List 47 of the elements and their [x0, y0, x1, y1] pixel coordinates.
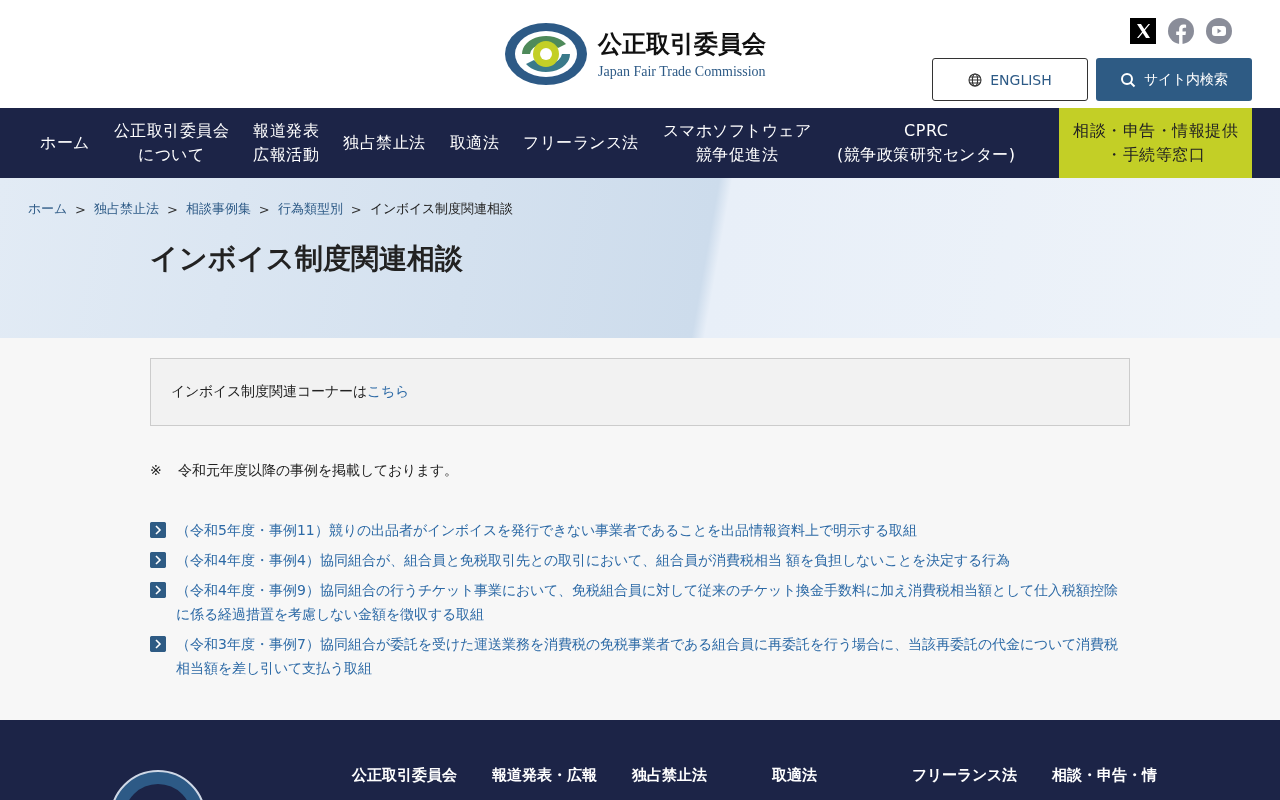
breadcrumb-link[interactable]: 独占禁止法 — [93, 200, 159, 218]
chevron-icon — [150, 636, 166, 652]
footer-nav-heading[interactable]: フリーランス法 — [912, 766, 1024, 785]
x-icon[interactable] — [1130, 18, 1156, 44]
nav-link[interactable]: 公正取引委員会 について — [101, 108, 241, 178]
site-title: 公正取引委員会 — [598, 29, 766, 60]
logo-icon — [504, 22, 588, 86]
notice-text: インボイス制度関連コーナーは こちら — [171, 383, 409, 401]
note-mark: ※ — [150, 462, 162, 480]
breadcrumb-separator-icon: > — [350, 201, 362, 217]
breadcrumb-separator-icon: > — [75, 201, 86, 217]
case-link[interactable]: （令和4年度・事例4）協同組合が、組合員と免税取引先との取引において、組合員が消費税相当 額を負担しないことを決定する行為 — [176, 548, 1011, 572]
nav-link[interactable]: 相談・申告・情報提供 ・手続等窓口 — [1059, 108, 1252, 178]
case-link[interactable]: （令和5年度・事例11）競りの出品者がインボイスを発行できない事業者であることを出品情報資料上で明示する取組 — [176, 518, 917, 542]
footer-nav-heading[interactable]: 報道発表・広報 — [492, 766, 604, 785]
note-text: 令和元年度以降の事例を掲載しております。 — [177, 462, 458, 480]
footer-nav-heading[interactable]: 取適法 — [772, 766, 884, 785]
case-link[interactable]: （令和4年度・事例9）協同組合の行うチケット事業において、免税組合員に対して従来のチケット換金手数料に加え消費税相当額として仕入税額控除に係る経過措置を考慮しない金額を徴収する取組 — [176, 578, 1130, 626]
chevron-icon — [150, 552, 166, 568]
nav-link[interactable]: 独占禁止法 — [331, 108, 438, 178]
youtube-icon[interactable] — [1206, 18, 1232, 44]
nav-link[interactable]: 取適法 — [437, 108, 511, 178]
nav-link[interactable]: ホーム — [28, 108, 102, 178]
facebook-icon[interactable] — [1168, 18, 1194, 44]
case-link[interactable]: （令和3年度・事例7）協同組合が委託を受けた運送業務を消費税の免税事業者である組合員に再委託を行う場合に、当該再委託の代金について消費税相当額を差し引いて支払う取組 — [176, 632, 1130, 680]
english-button[interactable]: ENGLISH — [932, 58, 1088, 101]
globe-icon — [968, 72, 983, 87]
site-subtitle: Japan Fair Trade Commission — [598, 64, 766, 80]
search-button[interactable]: サイト内検索 — [1096, 58, 1252, 101]
breadcrumb-link[interactable]: 相談事例集 — [185, 200, 251, 218]
nav-link[interactable]: フリーランス法 — [511, 108, 651, 178]
nav-link[interactable]: スマホソフトウェア 競争促進法 — [650, 108, 823, 178]
notice-link[interactable]: こちら — [367, 383, 409, 399]
breadcrumb-link[interactable]: 行為類型別 — [277, 200, 343, 218]
footer-nav-heading[interactable]: 公正取引委員会 — [352, 766, 464, 785]
breadcrumb-separator-icon: > — [258, 201, 270, 217]
footer-nav-heading[interactable]: 独占禁止法 — [632, 766, 744, 785]
chevron-icon — [150, 582, 166, 598]
chevron-icon — [150, 522, 166, 538]
breadcrumb-link[interactable]: ホーム — [28, 200, 67, 218]
breadcrumb-current: インボイス制度関連相談 — [369, 200, 513, 218]
nav-link[interactable]: CPRC (競争政策研究センター) — [823, 108, 1030, 178]
page-title: インボイス制度関連相談 — [150, 241, 464, 277]
breadcrumb-separator-icon: > — [166, 201, 178, 217]
nav-link[interactable]: 報道発表 広報活動 — [241, 108, 331, 178]
footer-nav-heading[interactable]: 相談・申告・情 — [1052, 766, 1164, 785]
search-icon — [1120, 71, 1136, 88]
